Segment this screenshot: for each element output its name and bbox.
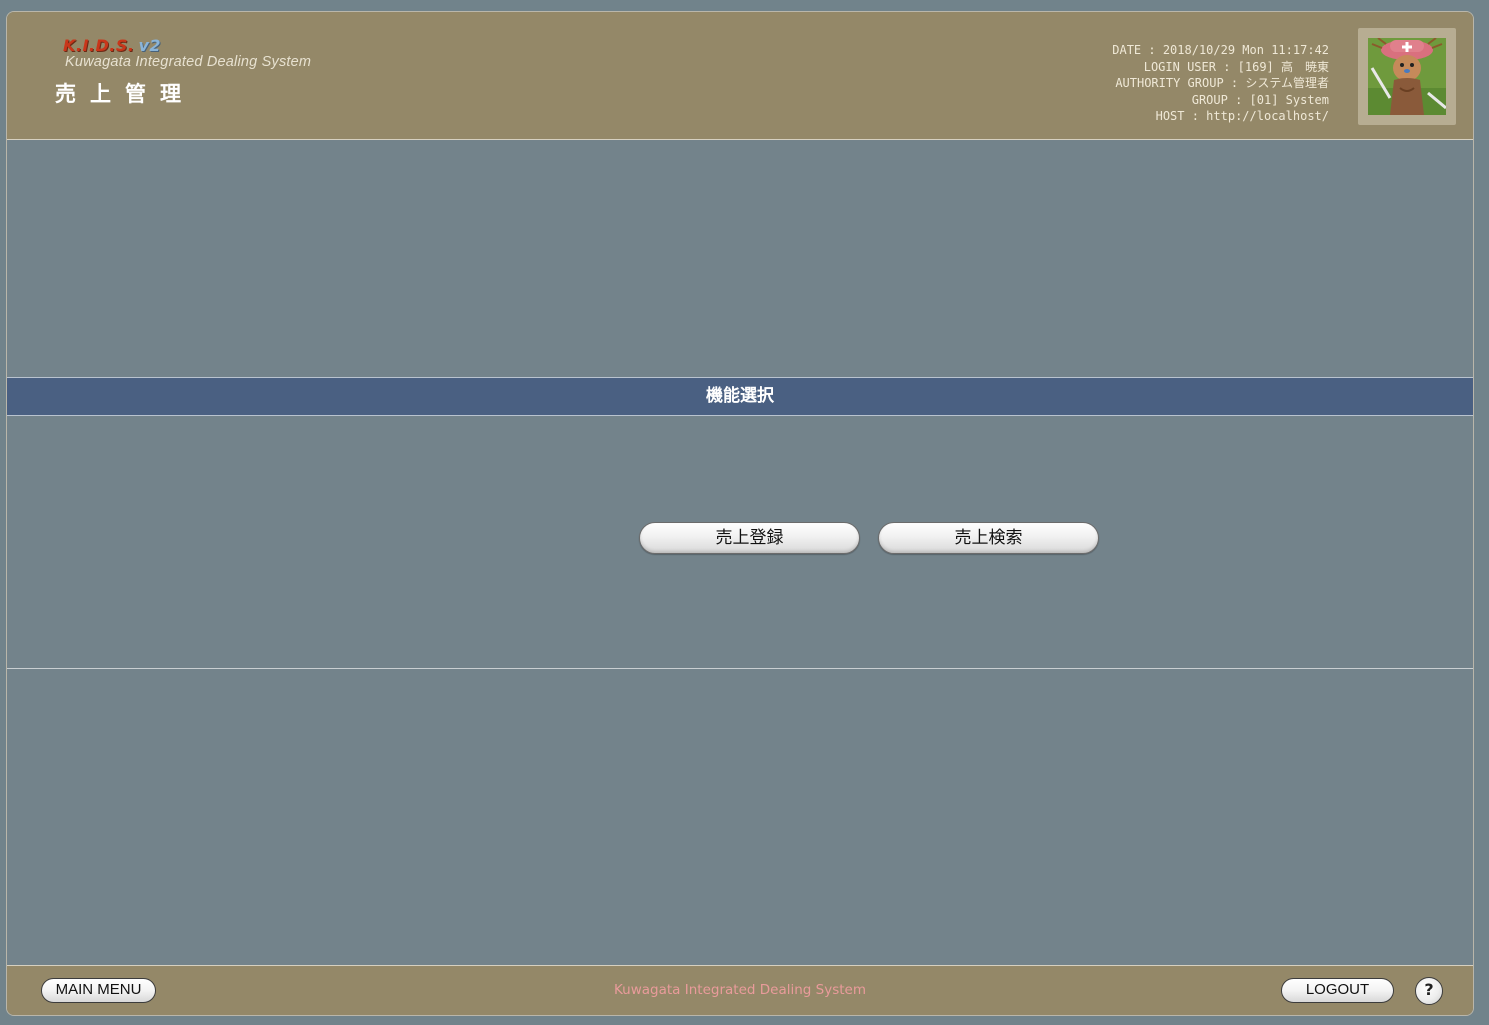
info-login-user: LOGIN USER : [169] 高 暁東	[1143, 59, 1329, 74]
logo-main: K.I.D.S.	[63, 36, 135, 55]
question-mark-icon[interactable]: ?	[1415, 977, 1443, 1005]
logo-subtitle: Kuwagata Integrated Dealing System	[65, 54, 312, 70]
section-title: 機能選択	[706, 386, 774, 406]
function-selection-area: 売上登録 売上検索	[7, 416, 1473, 669]
app-window: K.I.D.S. v2 Kuwagata Integrated Dealing S…	[6, 11, 1474, 1016]
info-group: GROUP : [01] System	[1191, 92, 1329, 107]
session-info: DATE : 2018/10/29 Mon 11:17:42 LOGIN USE…	[1112, 42, 1329, 125]
sales-register-button[interactable]: 売上登録	[639, 522, 860, 554]
section-title-bar: 機能選択	[7, 377, 1473, 416]
lower-spacer	[7, 670, 1473, 965]
user-avatar	[1358, 28, 1456, 125]
footer: MAIN MENU Kuwagata Integrated Dealing Sy…	[7, 965, 1473, 1015]
page-title: 売上管理	[55, 82, 195, 106]
logout-button[interactable]: LOGOUT	[1281, 978, 1394, 1003]
info-authority-group: AUTHORITY GROUP : システム管理者	[1115, 76, 1329, 90]
header: K.I.D.S. v2 Kuwagata Integrated Dealing S…	[7, 12, 1473, 140]
logo-version: v2	[138, 36, 162, 55]
footer-system-name: Kuwagata Integrated Dealing System	[614, 982, 866, 998]
info-host: HOST : http://localhost/	[1155, 109, 1329, 123]
avatar-image-icon	[1368, 38, 1446, 115]
upper-spacer	[7, 139, 1473, 377]
sales-search-button[interactable]: 売上検索	[878, 522, 1099, 554]
kids-logo: K.I.D.S. v2	[63, 36, 161, 55]
info-date: DATE : 2018/10/29 Mon 11:17:42	[1112, 43, 1329, 57]
